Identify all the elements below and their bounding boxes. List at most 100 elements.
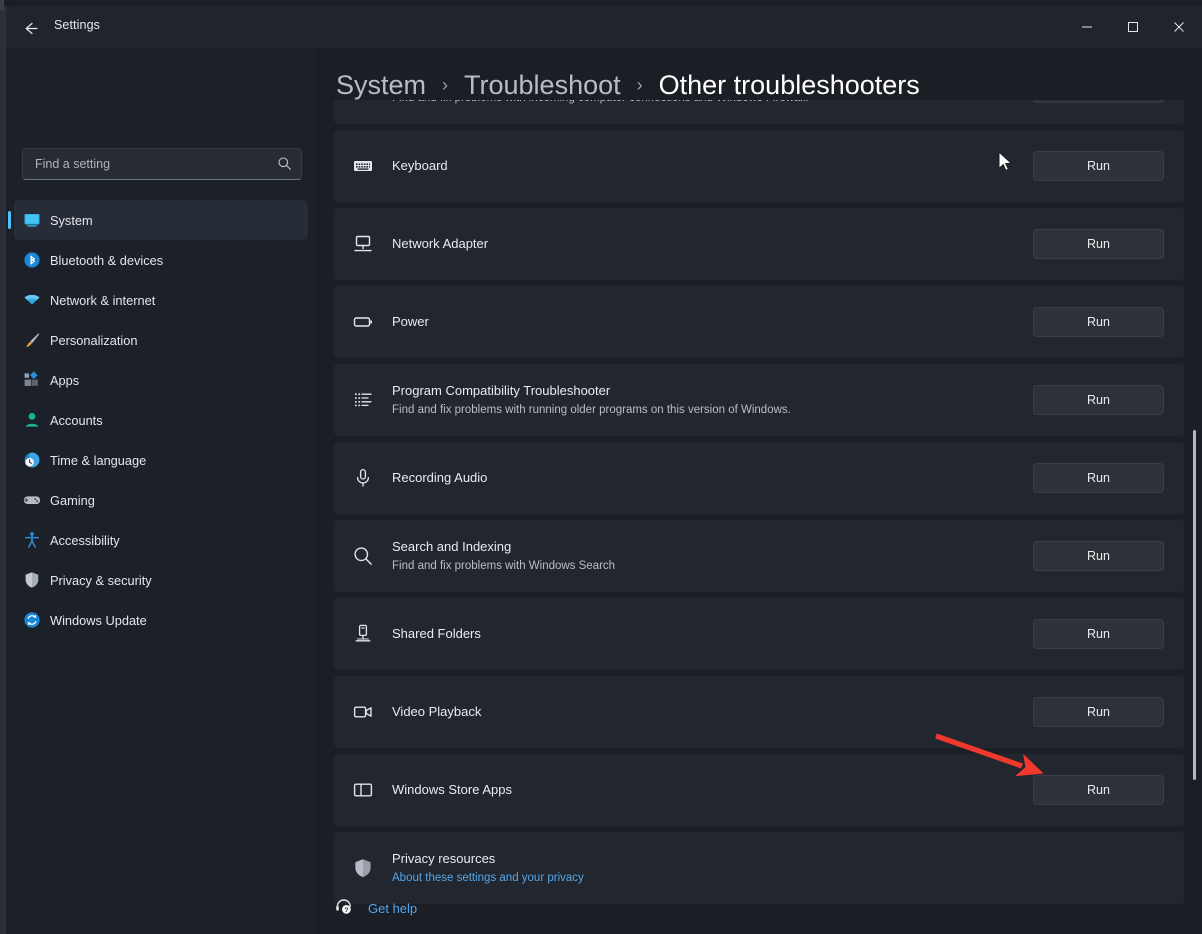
back-button[interactable] xyxy=(14,13,48,43)
run-button-program-compatibility[interactable]: Run xyxy=(1033,385,1164,415)
run-button-network-adapter[interactable]: Run xyxy=(1033,229,1164,259)
store-app-icon xyxy=(352,779,374,801)
privacy-link[interactable]: About these settings and your privacy xyxy=(392,869,584,887)
search-input[interactable] xyxy=(22,148,302,180)
sidebar-item-network-internet[interactable]: Network & internet xyxy=(14,280,308,320)
table-row[interactable]: Windows Store Apps Run xyxy=(334,754,1184,826)
row-title: Search and Indexing xyxy=(392,537,615,557)
sidebar-item-gaming[interactable]: Gaming xyxy=(14,480,308,520)
get-help-row: ? Get help xyxy=(334,888,417,928)
row-title: Network Adapter xyxy=(392,234,488,254)
row-text: Program Compatibility Troubleshooter Fin… xyxy=(392,381,791,419)
wifi-icon xyxy=(23,291,41,309)
sidebar-item-accessibility[interactable]: Accessibility xyxy=(14,520,308,560)
bluetooth-icon xyxy=(23,251,41,269)
update-icon xyxy=(23,611,41,629)
sidebar-item-label: System xyxy=(50,213,93,228)
sidebar-item-accounts[interactable]: Accounts xyxy=(14,400,308,440)
row-text: Shared Folders xyxy=(392,624,481,644)
troubleshooters-list: Incoming Connections Find and fix proble… xyxy=(334,100,1184,910)
run-button-windows-store-apps[interactable]: Run xyxy=(1033,775,1164,805)
sidebar-item-bluetooth-devices[interactable]: Bluetooth & devices xyxy=(14,240,308,280)
minimize-icon xyxy=(1081,21,1093,33)
row-text: Video Playback xyxy=(392,702,481,722)
row-text: Network Adapter xyxy=(392,234,488,254)
row-text: Windows Store Apps xyxy=(392,780,512,800)
maximize-button[interactable] xyxy=(1110,6,1156,48)
scrollbar-thumb[interactable] xyxy=(1193,430,1196,780)
sidebar-item-label: Accessibility xyxy=(50,533,120,548)
run-button-video-playback[interactable]: Run xyxy=(1033,697,1164,727)
search-container xyxy=(22,148,302,180)
table-row[interactable]: Incoming Connections Find and fix proble… xyxy=(334,100,1184,124)
sidebar-item-personalization[interactable]: Personalization xyxy=(14,320,308,360)
person-icon xyxy=(23,411,41,429)
list-icon xyxy=(352,389,374,411)
user-profile-blurred[interactable] xyxy=(14,48,306,132)
table-row[interactable]: Power Run xyxy=(334,286,1184,358)
breadcrumb-item-troubleshoot[interactable]: Troubleshoot xyxy=(464,70,621,101)
row-subtitle: Find and fix problems with incoming comp… xyxy=(392,100,809,107)
table-row[interactable]: Program Compatibility Troubleshooter Fin… xyxy=(334,364,1184,436)
table-row[interactable]: Shared Folders Run xyxy=(334,598,1184,670)
sidebar-item-label: Personalization xyxy=(50,333,138,348)
row-text: Keyboard xyxy=(392,156,448,176)
sidebar-item-label: Windows Update xyxy=(50,613,147,628)
row-text: Privacy resources About these settings a… xyxy=(392,849,584,887)
run-button-incoming-connections[interactable]: Run xyxy=(1033,100,1164,103)
breadcrumb-item-system[interactable]: System xyxy=(336,70,426,101)
row-text: Recording Audio xyxy=(392,468,487,488)
sidebar: System Bluetooth & devices xyxy=(6,48,316,934)
table-row[interactable]: Keyboard Run xyxy=(334,130,1184,202)
table-row[interactable]: Recording Audio Run xyxy=(334,442,1184,514)
row-text: Search and Indexing Find and fix problem… xyxy=(392,537,615,575)
svg-text:?: ? xyxy=(344,907,348,914)
breadcrumb-separator-icon: › xyxy=(442,75,448,96)
keyboard-icon xyxy=(352,155,374,177)
sidebar-item-label: Bluetooth & devices xyxy=(50,253,163,268)
shield-icon xyxy=(352,857,374,879)
content-area: System › Troubleshoot › Other troublesho… xyxy=(316,48,1202,934)
row-title: Power xyxy=(392,312,429,332)
battery-icon xyxy=(352,311,374,333)
paintbrush-icon xyxy=(23,331,41,349)
sidebar-item-label: Gaming xyxy=(50,493,95,508)
row-text: Power xyxy=(392,312,429,332)
close-button[interactable] xyxy=(1156,6,1202,48)
microphone-icon xyxy=(352,467,374,489)
run-button-search-and-indexing[interactable]: Run xyxy=(1033,541,1164,571)
background-window-sliver-top xyxy=(0,0,4,10)
row-title: Shared Folders xyxy=(392,624,481,644)
back-arrow-icon xyxy=(23,20,40,37)
sidebar-item-privacy-security[interactable]: Privacy & security xyxy=(14,560,308,600)
sidebar-item-system[interactable]: System xyxy=(14,200,308,240)
row-title: Program Compatibility Troubleshooter xyxy=(392,381,791,401)
sidebar-item-time-language[interactable]: Time & language xyxy=(14,440,308,480)
row-title: Windows Store Apps xyxy=(392,780,512,800)
row-title: Keyboard xyxy=(392,156,448,176)
troubleshooters-scroll-area: Incoming Connections Find and fix proble… xyxy=(316,100,1202,934)
run-button-keyboard[interactable]: Run xyxy=(1033,151,1164,181)
sidebar-item-label: Time & language xyxy=(50,453,146,468)
row-subtitle: Find and fix problems with Windows Searc… xyxy=(392,557,615,575)
table-row[interactable]: Network Adapter Run xyxy=(334,208,1184,280)
minimize-button[interactable] xyxy=(1064,6,1110,48)
sidebar-item-label: Privacy & security xyxy=(50,573,152,588)
get-help-link[interactable]: Get help xyxy=(368,901,417,916)
video-camera-icon xyxy=(352,701,374,723)
help-headset-icon: ? xyxy=(334,896,354,921)
run-button-shared-folders[interactable]: Run xyxy=(1033,619,1164,649)
table-row[interactable]: Search and Indexing Find and fix problem… xyxy=(334,520,1184,592)
apps-icon xyxy=(23,371,41,389)
table-row[interactable]: Video Playback Run xyxy=(334,676,1184,748)
breadcrumb-separator-icon: › xyxy=(637,75,643,96)
row-title: Recording Audio xyxy=(392,468,487,488)
row-title: Video Playback xyxy=(392,702,481,722)
settings-window: Settings xyxy=(6,6,1202,934)
sidebar-item-windows-update[interactable]: Windows Update xyxy=(14,600,308,640)
sidebar-item-apps[interactable]: Apps xyxy=(14,360,308,400)
run-button-recording-audio[interactable]: Run xyxy=(1033,463,1164,493)
sidebar-nav: System Bluetooth & devices xyxy=(14,200,308,640)
content-scrollbar[interactable] xyxy=(1189,100,1201,934)
run-button-power[interactable]: Run xyxy=(1033,307,1164,337)
